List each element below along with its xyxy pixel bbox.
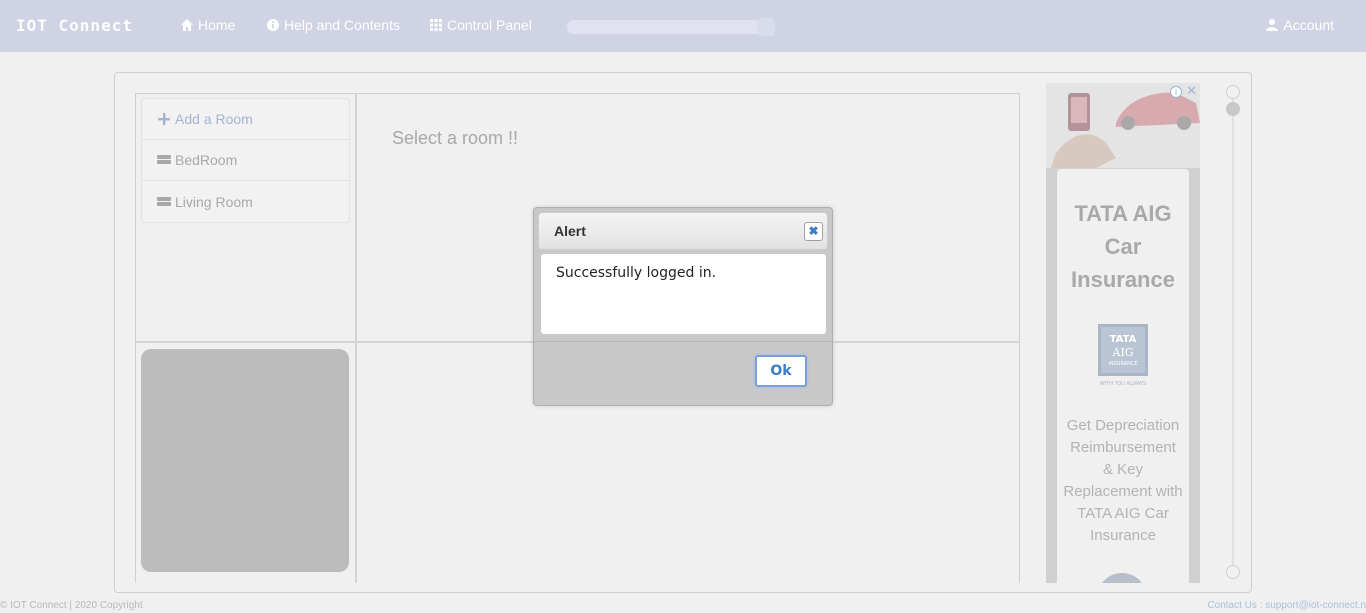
scroll-thumb[interactable] (1226, 102, 1240, 116)
dialog-divider (534, 341, 832, 342)
ad-scrollbar-track[interactable] (1232, 92, 1234, 572)
room-item-bedroom[interactable]: BedRoom (142, 140, 349, 181)
bed-icon (157, 196, 171, 206)
footer-copyright: © IOT Connect | 2020 Copyright (0, 600, 143, 611)
dialog-body: Successfully logged in. (541, 254, 826, 334)
progress-fill (567, 20, 775, 34)
bed-icon (157, 155, 171, 164)
scroll-up-arrow-icon[interactable] (1226, 85, 1240, 99)
ok-button[interactable]: Ok (755, 355, 807, 387)
alert-dialog: Alert ✖ Successfully logged in. Ok (533, 207, 833, 406)
logo-tagline: WITH YOU ALWAYS (1100, 381, 1146, 387)
room-item-label: BedRoom (175, 152, 238, 168)
device-preview-panel (141, 349, 349, 572)
ad-card: TATA AIG Car Insurance TATA AIG INSURANC… (1057, 169, 1189, 583)
dialog-close-icon[interactable]: ✖ (804, 222, 823, 241)
tata-aig-logo: TATA AIG INSURANCE WITH YOU ALWAYS (1098, 324, 1148, 387)
progress-knob (757, 18, 775, 36)
add-room-button[interactable]: Add a Room (142, 99, 349, 140)
loading-progress-bar (567, 18, 775, 36)
footer-contact-link[interactable]: Contact Us : support@iot-connect.n (1207, 600, 1366, 611)
room-list: Add a Room BedRoom Living Room (141, 98, 350, 223)
top-navbar: IOT Connect Home Help and Contents Contr… (0, 0, 1366, 52)
nav-control-panel-label: Control Panel (447, 17, 532, 33)
dialog-title: Alert (554, 223, 586, 239)
nav-account[interactable]: Account (1265, 17, 1334, 33)
room-item-living-room[interactable]: Living Room (142, 181, 349, 222)
ad-close-icon[interactable]: ✕ (1186, 83, 1197, 99)
add-room-label: Add a Room (175, 111, 253, 127)
grid-icon (430, 19, 442, 31)
ad-description: Get Depreciation Reimbursement & Key Rep… (1063, 417, 1183, 544)
scroll-down-arrow-icon[interactable] (1226, 565, 1240, 579)
select-room-prompt: Select a room !! (392, 128, 519, 148)
plus-icon (158, 113, 170, 125)
grid-divider (355, 93, 357, 583)
ad-banner-image: i ✕ (1046, 83, 1200, 168)
home-icon (181, 19, 193, 31)
nav-help[interactable]: Help and Contents (266, 17, 400, 33)
nav-control-panel[interactable]: Control Panel (429, 17, 532, 33)
logo-text-tata: TATA (1110, 334, 1137, 345)
ad-title: TATA AIG Car Insurance (1071, 201, 1175, 292)
user-icon (1266, 19, 1279, 31)
info-icon (267, 19, 279, 31)
logo-text-insurance: INSURANCE (1108, 361, 1137, 367)
nav-home-label: Home (198, 17, 236, 33)
dialog-message: Successfully logged in. (556, 265, 717, 281)
logo-text-aig: AIG (1111, 346, 1133, 359)
brand-logo[interactable]: IOT Connect (16, 16, 133, 35)
nav-help-label: Help and Contents (284, 17, 400, 33)
ad-info-icon[interactable]: i (1170, 86, 1182, 98)
dialog-titlebar[interactable]: Alert ✖ (538, 212, 828, 250)
nav-account-label: Account (1283, 17, 1334, 33)
advertisement[interactable]: i ✕ TATA AIG Car Insurance TATA AIG INSU… (1046, 83, 1200, 583)
room-item-label: Living Room (175, 193, 253, 210)
nav-home[interactable]: Home (180, 17, 235, 33)
